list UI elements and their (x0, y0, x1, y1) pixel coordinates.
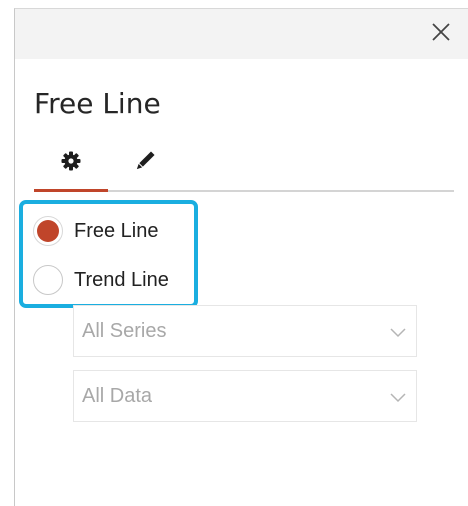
data-dropdown-value: All Data (82, 385, 153, 407)
radio-button-unchecked[interactable] (33, 265, 63, 295)
free-line-pane: Free Line Free Line Trend Line All Serie… (14, 8, 468, 506)
chevron-down-icon (390, 393, 406, 403)
radio-free-line[interactable]: Free Line (33, 214, 193, 248)
close-button[interactable] (428, 19, 454, 45)
page-title: Free Line (34, 87, 161, 120)
radio-button-checked[interactable] (33, 216, 63, 246)
tab-divider (108, 190, 454, 192)
close-icon (432, 23, 450, 41)
radio-trend-line[interactable]: Trend Line (33, 263, 193, 297)
active-tab-indicator (34, 189, 108, 192)
series-dropdown[interactable]: All Series (73, 305, 417, 357)
radio-selected-dot (37, 220, 59, 242)
chevron-down-icon (390, 328, 406, 338)
data-dropdown[interactable]: All Data (73, 370, 417, 422)
gear-icon (61, 151, 81, 171)
radio-label-free-line: Free Line (74, 220, 159, 242)
radio-label-trend-line: Trend Line (74, 269, 169, 291)
pencil-icon (136, 151, 155, 170)
tab-format[interactable] (108, 145, 182, 187)
tab-settings[interactable] (34, 145, 108, 187)
pane-titlebar (15, 9, 468, 59)
series-dropdown-value: All Series (82, 320, 167, 342)
